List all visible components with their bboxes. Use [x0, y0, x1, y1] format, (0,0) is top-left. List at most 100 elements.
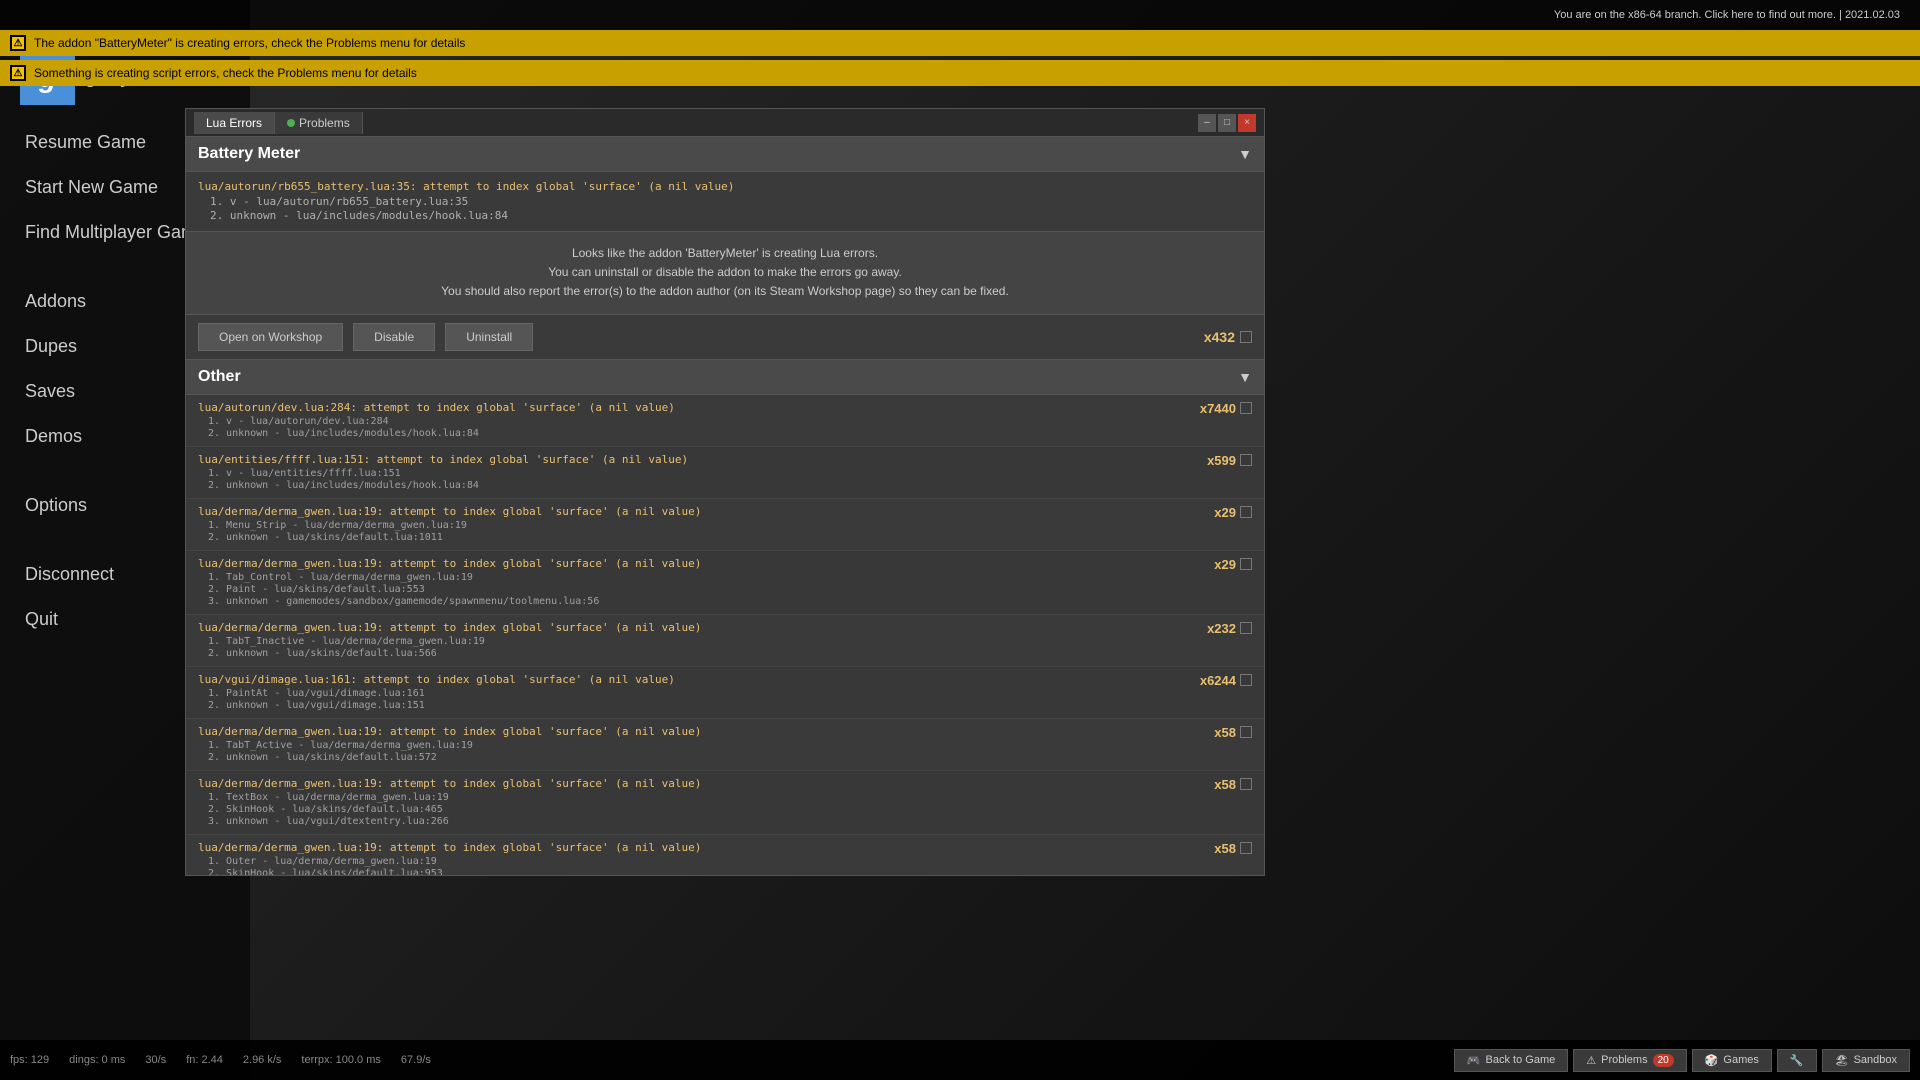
back-to-game-button[interactable]: 🎮 Back to Game [1454, 1049, 1568, 1072]
notification-bar: You are on the x86-64 branch. Click here… [0, 0, 1920, 30]
disable-button[interactable]: Disable [353, 323, 435, 351]
other-collapse-icon[interactable]: ▼ [1238, 369, 1252, 385]
stat-rate1: 30/s [145, 1054, 166, 1066]
tab-lua-errors[interactable]: Lua Errors [194, 112, 275, 134]
other-title: Other [198, 368, 241, 386]
error-4-trace-3: 3. unknown - gamemodes/sandbox/gamemode/… [198, 596, 1204, 607]
workshop-icon-button[interactable]: 🔧 [1777, 1049, 1817, 1072]
games-button[interactable]: 🎲 Games [1692, 1049, 1772, 1072]
error-3-main: lua/derma/derma_gwen.lua:19: attempt to … [198, 505, 1204, 518]
error-item-5-content: lua/derma/derma_gwen.lua:19: attempt to … [198, 621, 1197, 660]
tab-check-icon [287, 119, 295, 127]
warning-banner-1[interactable]: ⚠ The addon "BatteryMeter" is creating e… [0, 30, 1920, 56]
warning-text-1: The addon "BatteryMeter" is creating err… [34, 36, 465, 50]
tab-problems[interactable]: Problems [275, 112, 363, 134]
warning-icon-1: ⚠ [10, 35, 26, 51]
stat-terrpx: terrpx: 100.0 ms [301, 1054, 380, 1066]
sandbox-button[interactable]: 🏖 Sandbox [1822, 1049, 1910, 1072]
error-2-trace-2: 2. unknown - lua/includes/modules/hook.l… [198, 480, 1197, 491]
error-3-count: x29 [1214, 505, 1252, 520]
error-6-trace-2: 2. unknown - lua/vgui/dimage.lua:151 [198, 700, 1190, 711]
error-item-1: lua/autorun/dev.lua:284: attempt to inde… [186, 395, 1264, 447]
error-item-6-content: lua/vgui/dimage.lua:161: attempt to inde… [198, 673, 1190, 712]
dialog-titlebar: Lua Errors Problems – □ × [186, 109, 1264, 137]
error-item-9-content: lua/derma/derma_gwen.lua:19: attempt to … [198, 841, 1204, 875]
uninstall-button[interactable]: Uninstall [445, 323, 533, 351]
games-icon: 🎲 [1705, 1054, 1719, 1067]
error-1-main: lua/autorun/dev.lua:284: attempt to inde… [198, 401, 1190, 414]
error-item-7: lua/derma/derma_gwen.lua:19: attempt to … [186, 719, 1264, 771]
error-3-trace-1: 1. Menu_Strip - lua/derma/derma_gwen.lua… [198, 520, 1204, 531]
copy-icon-5[interactable] [1240, 622, 1252, 634]
battery-meter-error-details: lua/autorun/rb655_battery.lua:35: attemp… [186, 172, 1264, 232]
error-1-trace-1: 1. v - lua/autorun/dev.lua:284 [198, 416, 1190, 427]
info-text-1: Looks like the addon 'BatteryMeter' is c… [198, 244, 1252, 263]
bottom-bar: fps: 129 dings: 0 ms 30/s fn: 2.44 2.96 … [0, 1040, 1920, 1080]
error-1-trace-2: 2. unknown - lua/includes/modules/hook.l… [198, 428, 1190, 439]
workshop-button[interactable]: Open on Workshop [198, 323, 343, 351]
battery-meter-collapse-icon[interactable]: ▼ [1238, 146, 1252, 162]
error-6-trace-1: 1. PaintAt - lua/vgui/dimage.lua:161 [198, 688, 1190, 699]
copy-icon-1[interactable] [1240, 402, 1252, 414]
warning-banner-2[interactable]: ⚠ Something is creating script errors, c… [0, 60, 1920, 86]
error-6-count: x6244 [1200, 673, 1252, 688]
error-item-7-content: lua/derma/derma_gwen.lua:19: attempt to … [198, 725, 1204, 764]
error-8-trace-3: 3. unknown - lua/vgui/dtextentry.lua:266 [198, 816, 1204, 827]
battery-meter-error-line: lua/autorun/rb655_battery.lua:35: attemp… [198, 180, 1252, 193]
error-item-4-content: lua/derma/derma_gwen.lua:19: attempt to … [198, 557, 1204, 608]
stat-fps: fps: 129 [10, 1054, 49, 1066]
error-item-6: lua/vgui/dimage.lua:161: attempt to inde… [186, 667, 1264, 719]
game-controller-icon: 🎮 [1467, 1054, 1481, 1067]
error-9-main: lua/derma/derma_gwen.lua:19: attempt to … [198, 841, 1204, 854]
warning-text-2: Something is creating script errors, che… [34, 66, 417, 80]
error-item-3: lua/derma/derma_gwen.lua:19: attempt to … [186, 499, 1264, 551]
copy-icon-2[interactable] [1240, 454, 1252, 466]
minimize-button[interactable]: – [1198, 114, 1216, 132]
error-5-trace-1: 1. TabT_Inactive - lua/derma/derma_gwen.… [198, 636, 1197, 647]
warning-icon-2: ⚠ [10, 65, 26, 81]
error-item-2-content: lua/entities/ffff.lua:151: attempt to in… [198, 453, 1197, 492]
dialog-content: Battery Meter ▼ lua/autorun/rb655_batter… [186, 137, 1264, 875]
error-6-main: lua/vgui/dimage.lua:161: attempt to inde… [198, 673, 1190, 686]
problems-button[interactable]: ⚠ Problems 20 [1573, 1049, 1686, 1072]
other-header: Other ▼ [186, 360, 1264, 395]
error-5-main: lua/derma/derma_gwen.lua:19: attempt to … [198, 621, 1197, 634]
info-text-3: You should also report the error(s) to t… [198, 282, 1252, 301]
error-5-count: x232 [1207, 621, 1252, 636]
error-4-trace-2: 2. Paint - lua/skins/default.lua:553 [198, 584, 1204, 595]
error-7-count: x58 [1214, 725, 1252, 740]
close-button[interactable]: × [1238, 114, 1256, 132]
copy-icon-battery[interactable] [1240, 331, 1252, 343]
stat-rate2: 67.9/s [401, 1054, 431, 1066]
error-8-count: x58 [1214, 777, 1252, 792]
copy-icon-6[interactable] [1240, 674, 1252, 686]
dialog-tabs: Lua Errors Problems [194, 112, 363, 134]
bottom-stats: fps: 129 dings: 0 ms 30/s fn: 2.44 2.96 … [10, 1054, 431, 1066]
stat-fn: fn: 2.44 [186, 1054, 223, 1066]
error-item-8-content: lua/derma/derma_gwen.lua:19: attempt to … [198, 777, 1204, 828]
copy-icon-4[interactable] [1240, 558, 1252, 570]
error-7-trace-1: 1. TabT_Active - lua/derma/derma_gwen.lu… [198, 740, 1204, 751]
copy-icon-9[interactable] [1240, 842, 1252, 854]
error-4-trace-1: 1. Tab_Control - lua/derma/derma_gwen.lu… [198, 572, 1204, 583]
error-item-8: lua/derma/derma_gwen.lua:19: attempt to … [186, 771, 1264, 835]
error-7-trace-2: 2. unknown - lua/skins/default.lua:572 [198, 752, 1204, 763]
battery-meter-title: Battery Meter [198, 145, 300, 163]
copy-icon-8[interactable] [1240, 778, 1252, 790]
error-7-main: lua/derma/derma_gwen.lua:19: attempt to … [198, 725, 1204, 738]
error-item-4: lua/derma/derma_gwen.lua:19: attempt to … [186, 551, 1264, 615]
sandbox-icon: 🏖 [1835, 1054, 1849, 1067]
error-item-5: lua/derma/derma_gwen.lua:19: attempt to … [186, 615, 1264, 667]
error-3-trace-2: 2. unknown - lua/skins/default.lua:1011 [198, 532, 1204, 543]
error-9-count: x58 [1214, 841, 1252, 856]
maximize-button[interactable]: □ [1218, 114, 1236, 132]
copy-icon-7[interactable] [1240, 726, 1252, 738]
dialog-window: Lua Errors Problems – □ × Battery Meter … [185, 108, 1265, 876]
copy-icon-3[interactable] [1240, 506, 1252, 518]
error-8-trace-2: 2. SkinHook - lua/skins/default.lua:465 [198, 804, 1204, 815]
error-item-2: lua/entities/ffff.lua:151: attempt to in… [186, 447, 1264, 499]
error-8-main: lua/derma/derma_gwen.lua:19: attempt to … [198, 777, 1204, 790]
warning-triangle-icon: ⚠ [1586, 1054, 1596, 1067]
error-list: lua/autorun/dev.lua:284: attempt to inde… [186, 395, 1264, 875]
error-9-trace-2: 2. SkinHook - lua/skins/default.lua:953 [198, 868, 1204, 875]
